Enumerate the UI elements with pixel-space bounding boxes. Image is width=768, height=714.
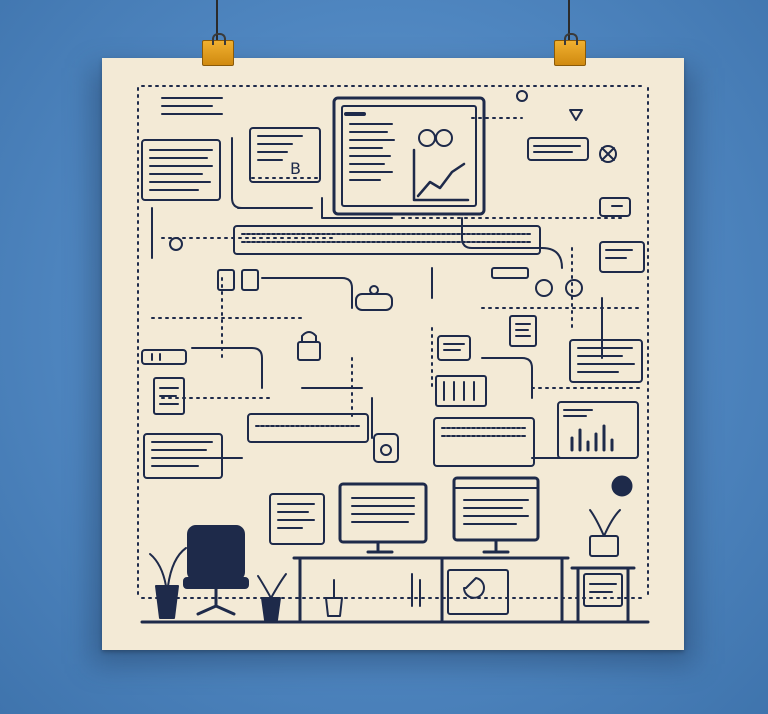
dashboard-window [557,401,639,459]
text-lines-top-left [161,97,223,115]
poster: B [102,58,684,650]
office-chair [183,525,249,616]
binder-clip-right [554,33,586,66]
svg-text:B: B [290,159,301,178]
top-right-icons [516,90,631,217]
desk [292,556,570,622]
middle-cluster [297,267,583,407]
binder-clip-left [202,33,234,66]
browser-window-chart [332,96,486,216]
lower-left-windows [143,413,535,479]
poster-artwork: B [137,85,650,624]
monitors [269,476,540,554]
code-card: B [249,127,321,183]
left-icons [141,237,259,415]
text-card-right [569,339,643,383]
small-window-right [599,241,645,273]
text-card-top-left [141,139,221,201]
